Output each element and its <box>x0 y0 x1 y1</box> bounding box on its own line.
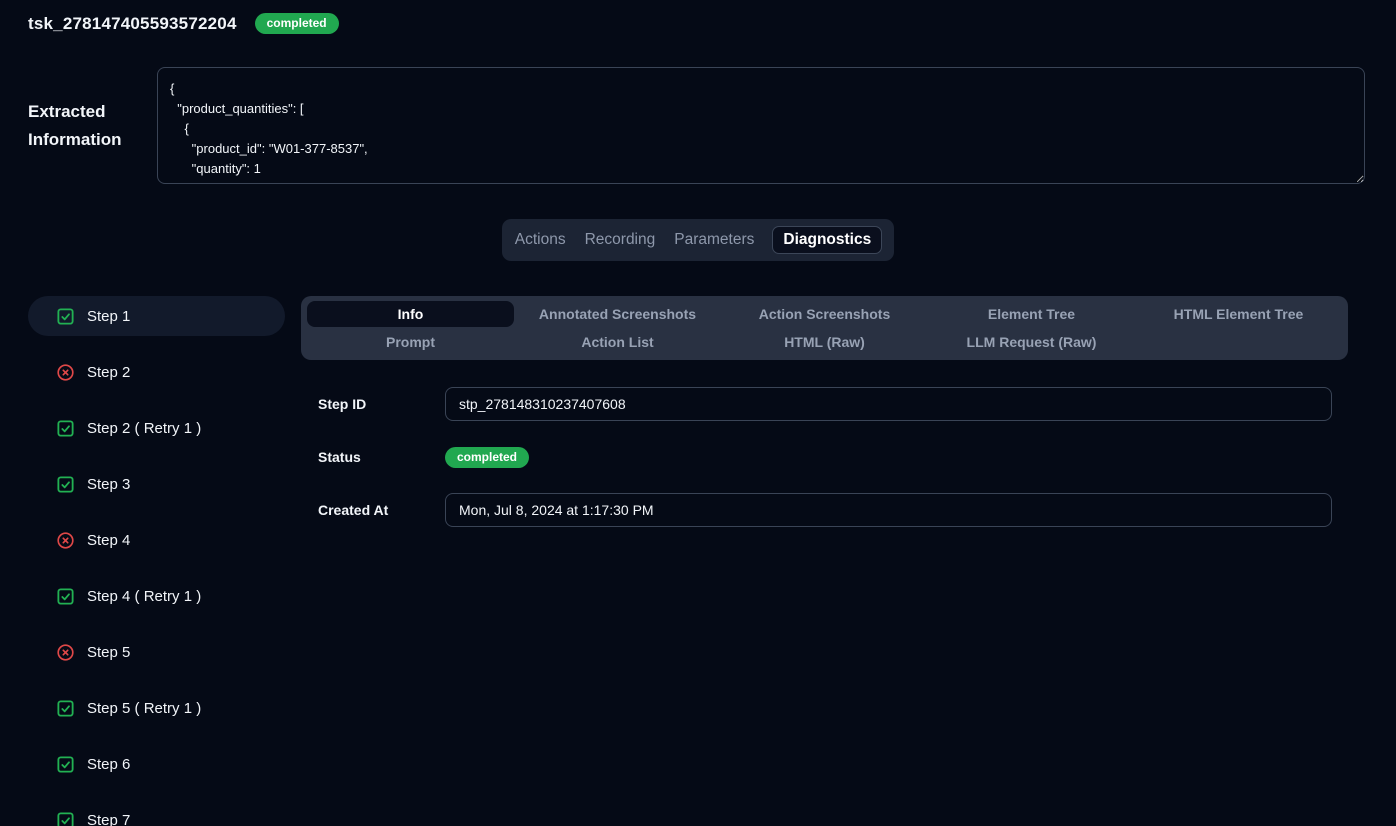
step-item[interactable]: Step 2 <box>28 352 285 392</box>
task-id-title: tsk_278147405593572204 <box>28 14 237 34</box>
extracted-information-textarea[interactable]: { "product_quantities": [ { "product_id"… <box>157 67 1365 184</box>
step-item[interactable]: Step 4 <box>28 520 285 560</box>
sub-tab[interactable]: Prompt <box>307 329 514 355</box>
sub-tab[interactable]: Annotated Screenshots <box>514 301 721 327</box>
step-id-label: Step ID <box>301 396 445 412</box>
sub-tab-label: HTML (Raw) <box>784 334 865 350</box>
check-square-icon <box>56 811 75 826</box>
status-label: Status <box>301 449 445 465</box>
sub-tab[interactable]: Info <box>307 301 514 327</box>
check-square-icon <box>56 475 75 494</box>
step-label: Step 7 <box>87 812 130 826</box>
main-tab-label: Recording <box>585 231 656 248</box>
x-circle-icon <box>56 643 75 662</box>
check-square-icon <box>56 755 75 774</box>
sub-tab[interactable]: Element Tree <box>928 301 1135 327</box>
main-tab[interactable]: Actions <box>514 226 567 254</box>
step-item[interactable]: Step 5 <box>28 632 285 672</box>
step-label: Step 2 <box>87 364 130 381</box>
step-item[interactable]: Step 1 <box>28 296 285 336</box>
task-header: tsk_278147405593572204 completed <box>0 0 1396 34</box>
step-label: Step 5 ( Retry 1 ) <box>87 700 201 717</box>
status-row: Status completed <box>301 440 1348 474</box>
main-tab[interactable]: Recording <box>584 226 657 254</box>
step-label: Step 3 <box>87 476 130 493</box>
step-label: Step 4 ( Retry 1 ) <box>87 588 201 605</box>
step-info-fields: Step ID Status completed Created At <box>301 387 1348 527</box>
step-item[interactable]: Step 2 ( Retry 1 ) <box>28 408 285 448</box>
check-square-icon <box>56 307 75 326</box>
step-id-row: Step ID <box>301 387 1348 421</box>
sub-tab-label: Info <box>398 306 424 322</box>
sub-tab-label: Prompt <box>386 334 435 350</box>
extracted-information-section: Extracted Information { "product_quantit… <box>0 67 1396 184</box>
step-label: Step 2 ( Retry 1 ) <box>87 420 201 437</box>
step-detail-panel: Info Annotated Screenshots Action Screen… <box>301 296 1348 826</box>
main-tab[interactable]: Parameters <box>673 226 755 254</box>
step-item[interactable]: Step 3 <box>28 464 285 504</box>
x-circle-icon <box>56 531 75 550</box>
created-at-label: Created At <box>301 502 445 518</box>
step-status-badge: completed <box>445 447 529 468</box>
step-label: Step 5 <box>87 644 130 661</box>
step-item[interactable]: Step 5 ( Retry 1 ) <box>28 688 285 728</box>
extracted-information-label: Extracted Information <box>28 98 157 154</box>
sub-tab-label: Element Tree <box>988 306 1075 322</box>
main-tab-bar: Actions Recording Parameters Diagnostics <box>502 219 894 261</box>
content-row: Step 1 Step 2 Step <box>0 296 1396 826</box>
sub-tab[interactable]: Action List <box>514 329 721 355</box>
sub-tab[interactable]: LLM Request (Raw) <box>928 329 1135 355</box>
sub-tab-label: Annotated Screenshots <box>539 306 696 322</box>
check-square-icon <box>56 699 75 718</box>
sub-tab[interactable]: Action Screenshots <box>721 301 928 327</box>
x-circle-icon <box>56 363 75 382</box>
task-status-badge: completed <box>255 13 339 34</box>
step-id-input[interactable] <box>445 387 1332 421</box>
diagnostics-subtab-bar: Info Annotated Screenshots Action Screen… <box>301 296 1348 360</box>
sub-tab[interactable]: HTML Element Tree <box>1135 301 1342 327</box>
steps-sidebar: Step 1 Step 2 Step <box>28 296 285 826</box>
step-label: Step 4 <box>87 532 130 549</box>
check-square-icon <box>56 587 75 606</box>
main-tab-label: Actions <box>515 231 566 248</box>
sub-tab-label: HTML Element Tree <box>1174 306 1304 322</box>
main-tab-label: Parameters <box>674 231 754 248</box>
main-tab[interactable]: Diagnostics <box>772 226 882 254</box>
step-item[interactable]: Step 6 <box>28 744 285 784</box>
step-label: Step 1 <box>87 308 130 325</box>
check-square-icon <box>56 419 75 438</box>
step-label: Step 6 <box>87 756 130 773</box>
sub-tab-label: Action Screenshots <box>759 306 890 322</box>
sub-tab-label: LLM Request (Raw) <box>967 334 1097 350</box>
step-item[interactable]: Step 4 ( Retry 1 ) <box>28 576 285 616</box>
sub-tab[interactable]: HTML (Raw) <box>721 329 928 355</box>
created-at-input[interactable] <box>445 493 1332 527</box>
step-item[interactable]: Step 7 <box>28 800 285 826</box>
created-at-row: Created At <box>301 493 1348 527</box>
sub-tab-label: Action List <box>581 334 653 350</box>
main-tab-label: Diagnostics <box>783 231 871 248</box>
